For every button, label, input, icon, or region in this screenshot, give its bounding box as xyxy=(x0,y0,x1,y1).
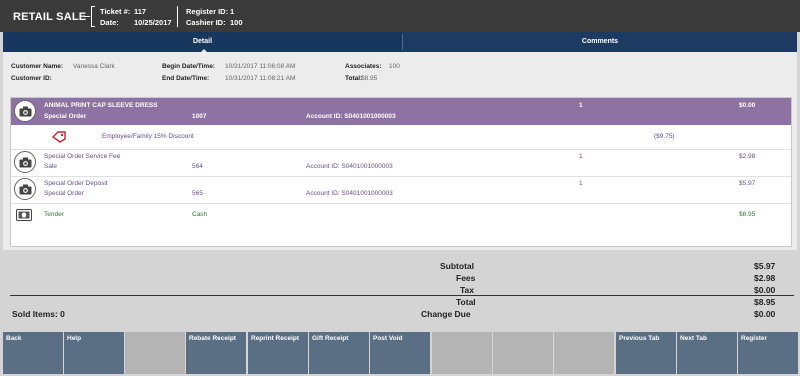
gift-receipt-button[interactable]: Gift Receipt xyxy=(309,332,369,374)
ticket-value: 117 xyxy=(134,7,147,16)
tender-label: Tender xyxy=(44,211,64,218)
end-datetime-value: 10/31/2017 11:08:21 AM xyxy=(225,75,296,82)
next-tab-button[interactable]: Next Tab xyxy=(677,332,737,374)
camera-icon xyxy=(14,151,36,173)
subtotal-label: Subtotal xyxy=(440,261,474,271)
title-bar: RETAIL SALE Ticket #: 117 Date: 10/25/20… xyxy=(0,0,800,32)
blank-button-3 xyxy=(493,332,553,374)
blank-button-2 xyxy=(432,332,492,374)
discount-amount: ($9.75) xyxy=(654,133,675,140)
title-connector xyxy=(84,16,90,17)
screen-title: RETAIL SALE xyxy=(13,11,87,23)
item-amount: $0.00 xyxy=(739,102,756,109)
camera-icon xyxy=(14,100,36,122)
tax-value: $0.00 xyxy=(754,285,776,295)
tender-method: Cash xyxy=(192,211,208,218)
back-button[interactable]: Back xyxy=(3,332,63,374)
tax-label: Tax xyxy=(460,285,475,295)
item-type: Sale xyxy=(44,163,58,170)
fees-label: Fees xyxy=(456,273,476,283)
total-value: $8.95 xyxy=(754,297,776,307)
item-account: Account ID: S0401001000003 xyxy=(306,190,393,197)
help-button[interactable]: Help xyxy=(64,332,124,374)
date-value: 10/25/2017 xyxy=(134,18,172,27)
tab-bar: Detail Comments xyxy=(3,32,797,54)
totals-divider xyxy=(10,295,794,296)
item-number: 564 xyxy=(192,163,203,170)
item-account: Account ID: S0401001000003 xyxy=(306,163,393,170)
item-quantity: 1 xyxy=(579,153,583,160)
customer-id-label: Customer ID: xyxy=(11,75,52,82)
item-name: Special Order Deposit xyxy=(44,180,108,187)
discount-label: Employee/Family 15% Discount xyxy=(102,133,194,140)
date-label: Date: xyxy=(100,18,119,27)
reprint-receipt-button[interactable]: Reprint Receipt xyxy=(248,332,308,374)
line-item-service-fee[interactable]: Special Order Service Fee Sale 564 Accou… xyxy=(11,150,791,176)
total-label: Total xyxy=(456,297,476,307)
item-quantity: 1 xyxy=(579,180,583,187)
camera-icon xyxy=(14,178,36,200)
header-divider xyxy=(177,6,178,27)
begin-datetime-value: 10/31/2017 11:06:08 AM xyxy=(225,63,296,70)
change-due-value: $0.00 xyxy=(754,309,776,319)
item-amount: $2.98 xyxy=(739,153,756,160)
post-void-button[interactable]: Post Void xyxy=(370,332,430,374)
item-type: Special Order xyxy=(44,113,87,120)
transaction-info: Customer Name: Vanessa Clark Customer ID… xyxy=(3,52,797,90)
end-datetime-label: End Date/Time: xyxy=(162,75,210,82)
begin-datetime-label: Begin Date/Time: xyxy=(162,63,215,70)
header-bracket xyxy=(91,6,95,27)
associates-label: Associates: xyxy=(345,63,382,70)
tender-amount: $8.95 xyxy=(739,211,756,218)
fees-value: $2.98 xyxy=(754,273,776,283)
register-button[interactable]: Register xyxy=(738,332,798,374)
item-amount: $5.97 xyxy=(739,180,756,187)
subtotal-value: $5.97 xyxy=(754,261,776,271)
function-button-bar: Back Help Rebate Receipt Reprint Receipt… xyxy=(0,332,800,376)
previous-tab-button[interactable]: Previous Tab xyxy=(616,332,676,374)
discount-row[interactable]: Employee/Family 15% Discount ($9.75) xyxy=(11,125,791,149)
register-label: Register ID: xyxy=(186,7,229,16)
tab-comments[interactable]: Comments xyxy=(403,32,797,52)
sold-items-count: Sold Items: 0 xyxy=(12,309,65,319)
item-account: Account ID: S0401001000003 xyxy=(306,113,396,120)
total-value: $8.95 xyxy=(361,75,378,82)
item-number: 1007 xyxy=(192,113,207,120)
item-name: ANIMAL PRINT CAP SLEEVE DRESS xyxy=(44,102,158,109)
register-value: 1 xyxy=(230,7,235,16)
line-item-dress[interactable]: ANIMAL PRINT CAP SLEEVE DRESS Special Or… xyxy=(11,98,791,125)
discount-tag-icon xyxy=(52,131,66,143)
change-due-label: Change Due xyxy=(421,309,471,319)
customer-name-value: Vanessa Clark xyxy=(73,63,115,70)
cashier-value: 100 xyxy=(230,18,243,27)
ticket-label: Ticket #: xyxy=(100,7,131,16)
line-item-deposit[interactable]: Special Order Deposit Special Order 565 … xyxy=(11,177,791,203)
blank-button-4 xyxy=(554,332,614,374)
item-quantity: 1 xyxy=(579,102,583,109)
rebate-receipt-button[interactable]: Rebate Receipt xyxy=(186,332,246,374)
total-label: Total: xyxy=(345,75,363,82)
cash-icon xyxy=(16,209,32,221)
line-items-list[interactable]: ANIMAL PRINT CAP SLEEVE DRESS Special Or… xyxy=(10,97,792,247)
item-number: 565 xyxy=(192,190,203,197)
customer-name-label: Customer Name: xyxy=(11,63,64,70)
blank-button-1 xyxy=(125,332,185,374)
item-name: Special Order Service Fee xyxy=(44,153,121,160)
item-type: Special Order xyxy=(44,190,84,197)
associates-value: 100 xyxy=(389,63,400,70)
totals-panel: Subtotal $5.97 Fees $2.98 Tax $0.00 Tota… xyxy=(3,250,797,332)
tender-row[interactable]: Tender Cash $8.95 xyxy=(11,204,791,228)
cashier-label: Cashier ID: xyxy=(186,18,226,27)
